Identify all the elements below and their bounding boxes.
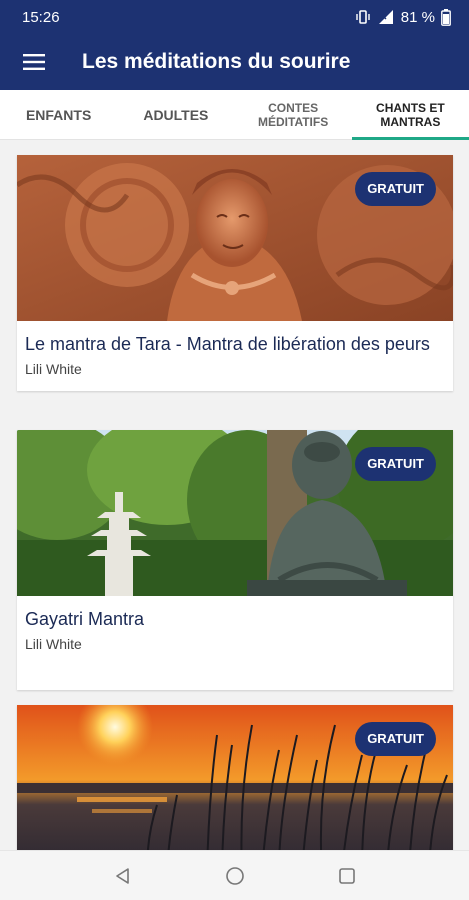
- buddha-garden-image: GRATUIT: [17, 430, 453, 596]
- signal-icon: [377, 9, 395, 25]
- system-nav-bar: [0, 850, 469, 900]
- free-badge: GRATUIT: [355, 722, 436, 756]
- battery-icon: [441, 8, 451, 26]
- page-title: Les méditations du sourire: [82, 50, 351, 73]
- menu-button[interactable]: [0, 34, 68, 90]
- tab-enfants[interactable]: ENFANTS: [0, 90, 117, 139]
- home-icon: [225, 866, 244, 885]
- tab-adultes[interactable]: ADULTES: [117, 90, 234, 139]
- tab-contes-meditatifs[interactable]: CONTES MÉDITATIFS: [235, 90, 352, 139]
- free-badge: GRATUIT: [355, 172, 436, 206]
- free-badge: GRATUIT: [355, 447, 436, 481]
- app-bar: Les méditations du sourire: [0, 34, 469, 90]
- list-item[interactable]: GRATUIT Le mantra de Tara - Mantra de li…: [17, 155, 453, 391]
- card-title: Gayatri Mantra: [25, 609, 145, 629]
- card-author: Lili White: [25, 636, 82, 652]
- content-list[interactable]: GRATUIT Le mantra de Tara - Mantra de li…: [0, 140, 469, 850]
- card-title: Le mantra de Tara - Mantra de libération…: [25, 334, 430, 354]
- back-button[interactable]: [103, 856, 143, 896]
- tab-chants-et-mantras[interactable]: CHANTS ET MANTRAS: [351, 90, 469, 140]
- sunset-reeds-image: GRATUIT: [17, 705, 453, 850]
- status-bar: 15:26 81 %: [0, 0, 469, 34]
- list-item[interactable]: GRATUIT Gayatri Mantra Lili White: [17, 430, 453, 690]
- tara-statue-image: GRATUIT: [17, 155, 453, 321]
- list-item[interactable]: GRATUIT: [17, 705, 453, 850]
- recents-button[interactable]: [327, 856, 367, 896]
- vibrate-icon: [355, 9, 371, 25]
- status-time: 15:26: [22, 8, 60, 26]
- battery-percent: 81 %: [400, 8, 435, 26]
- tab-bar: ENFANTS ADULTES CONTES MÉDITATIFS CHANTS…: [0, 90, 469, 140]
- card-author: Lili White: [25, 361, 82, 377]
- back-icon: [115, 867, 129, 884]
- home-button[interactable]: [215, 856, 255, 896]
- menu-icon: [23, 54, 45, 70]
- recents-icon: [338, 867, 355, 884]
